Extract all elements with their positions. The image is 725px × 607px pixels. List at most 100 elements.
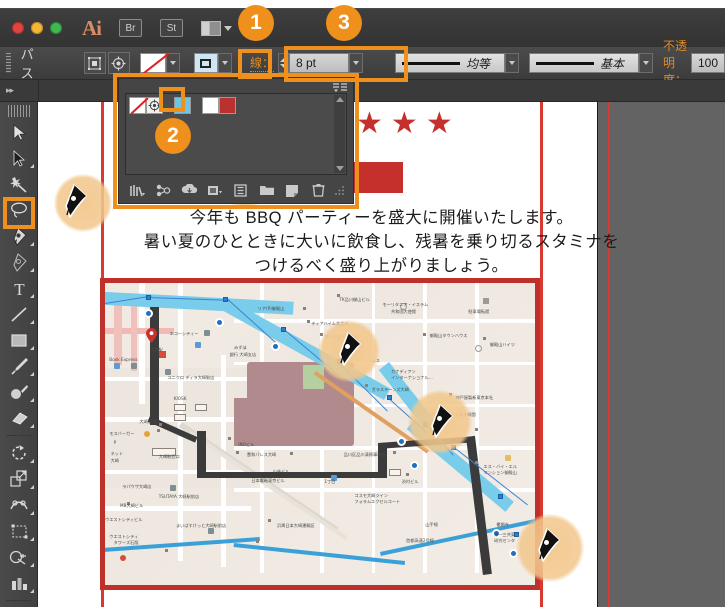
brush-line-icon [536,61,594,65]
blob-brush-tool[interactable] [0,379,38,405]
stroke-profile-preview[interactable]: 均等 [395,53,505,73]
magic-wand-tool[interactable] [0,171,38,197]
show-swatch-kinds-icon[interactable] [177,184,203,196]
map-base: TK品川御山ビル モーリタニア・イスラム 共和国大使館 駐車場転館 リア(P)御殿山 ティ… [105,283,535,585]
tools-panel-grip[interactable] [7,105,30,117]
add-anchor-point-tool[interactable] [0,249,38,275]
map-label: 首都高速2号線 [406,538,434,544]
scroll-up-icon[interactable] [335,97,344,102]
red-swatch[interactable] [219,97,236,114]
fill-color-swatch[interactable] [139,53,166,73]
swatch-options-icon[interactable] [202,184,228,197]
paintbrush-tool[interactable] [0,353,38,379]
fill-swatch-dropdown[interactable] [165,53,180,73]
new-swatch-icon[interactable] [280,184,306,197]
tool-submenu-icon [30,160,34,168]
opacity-input[interactable]: 100 [691,53,725,73]
stroke-profile-dropdown[interactable] [505,53,519,73]
map-image[interactable]: TK品川御山ビル モーリタニア・イスラム 共和国大使館 駐車場転館 リア(P)御殿山 ティ… [100,278,540,590]
swatch-libraries-icon[interactable] [125,184,151,197]
map-label: MB大崎ビル [120,503,144,509]
minimize-window-button[interactable] [31,22,43,34]
rotate-tool[interactable] [0,440,38,466]
swatches-scrollbar[interactable] [334,95,345,173]
new-color-group-icon[interactable] [228,183,254,197]
scroll-down-icon[interactable] [335,166,344,171]
selection-tool[interactable] [0,119,38,145]
tool-separator [6,435,31,436]
selection-type-label: パス [20,47,34,81]
none-swatch[interactable] [129,97,146,114]
callout-badge-3: 3 [326,5,362,41]
scale-tool[interactable] [0,466,38,492]
pen-cursor-icon [60,184,90,218]
bridge-button[interactable]: Br [119,19,142,37]
stroke-weight-input[interactable]: 8 pt [289,53,349,73]
resize-grip-icon[interactable] [331,185,347,196]
swatches-panel[interactable] [118,78,354,204]
map-label: リア(P)御殿山 [257,305,285,311]
color-links-icon[interactable] [151,184,177,197]
stroke-swatch-dropdown[interactable] [217,53,232,73]
map-label: 共和国大使館 [390,309,417,315]
arrange-documents-button[interactable] [201,20,232,36]
align-to-artboard-icon[interactable] [83,52,106,74]
control-bar-grip[interactable] [6,53,11,73]
map-label: ラパウザ大崎店 [122,483,152,489]
shape-builder-tool[interactable] [0,544,38,570]
line-segment-tool[interactable] [0,301,38,327]
stroke-weight-label: 線： [249,56,274,72]
map-label: 山手線 [425,521,438,527]
map-label: 御殿山タウンハウス [429,332,468,338]
brush-dropdown[interactable] [639,53,653,73]
stroke-weight-dropdown[interactable] [349,53,363,73]
body-line-2: 暑い夏のひとときに大いに飲食し、残暑を乗り切るスタミナを [143,233,620,251]
stock-button[interactable]: St [160,19,183,37]
tool-submenu-icon [30,420,34,428]
brush-preview[interactable]: 基本 [529,53,639,73]
white-swatch[interactable] [202,97,219,114]
control-bar: パス 線： 8 pt 均等 基本 不透明 100 [0,39,725,89]
chevron-down-icon [221,61,228,65]
swatches-panel-footer[interactable] [119,177,353,203]
tool-separator [6,600,31,601]
app-logo: Ai [82,15,102,40]
type-tool[interactable]: T [0,275,38,301]
width-tool[interactable] [0,492,38,518]
map-label: 浜輿日本大崎運輸区 [277,523,315,529]
map-label: エス・バイ・エル [483,463,517,469]
direct-selection-tool[interactable] [0,145,38,171]
pen-tool[interactable] [0,223,38,249]
map-label: ユニクロ ディラ大崎駅店 [167,375,215,381]
map-label: 大崎駅 [150,347,163,353]
body-line-3: つけるべく盛り上がりましょう。 [254,257,509,275]
lasso-tool[interactable] [0,197,38,223]
map-label: 大崎駅西口 [158,453,180,459]
new-swatch-folder-icon[interactable] [254,184,280,196]
tools-panel: T [0,102,38,607]
map-label: 日本電磁東京ビル [251,477,285,483]
stroke-color-swatch[interactable] [193,53,218,73]
map-label: 駐車場転館 [468,309,490,315]
swatch-row[interactable] [129,97,346,114]
close-window-button[interactable] [12,22,24,34]
map-label: 御殿山ハイツ [489,341,515,347]
registration-swatch[interactable] [146,97,163,114]
map-label: まいばすけっと大崎駅前店 [175,523,227,529]
cyan-swatch[interactable] [174,97,191,114]
chevron-down-icon [224,25,232,31]
eraser-tool[interactable] [0,405,38,431]
transform-anchor-icon[interactable] [107,52,130,74]
free-transform-tool[interactable] [0,518,38,544]
zoom-window-button[interactable] [50,22,62,34]
pen-cursor-icon [533,528,563,562]
tool-submenu-icon [30,394,34,402]
window-controls[interactable] [12,22,62,34]
delete-swatch-icon[interactable] [305,183,331,197]
stroke-weight-stepper[interactable] [278,53,289,73]
column-graph-tool[interactable] [0,570,38,596]
stepper-up-icon [279,58,288,62]
rectangle-tool[interactable] [0,327,38,353]
map-label: P [113,440,117,446]
panel-expand-arrows-icon[interactable]: ▸▸ [6,85,14,96]
